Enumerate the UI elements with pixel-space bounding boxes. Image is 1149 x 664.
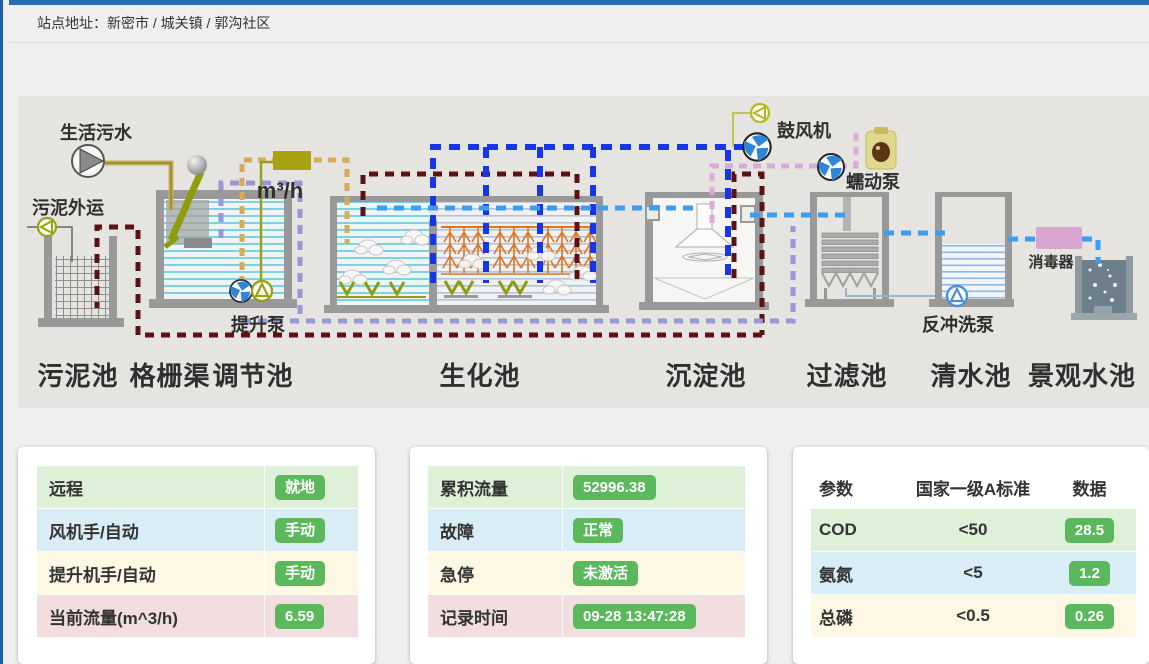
value-badge: 1.2 — [1069, 561, 1110, 586]
column-header: 参数 — [811, 475, 903, 500]
tank-label-regulating: 调节池 — [212, 356, 293, 393]
table-row: 远程就地 — [37, 466, 358, 509]
table-header-row: 参数国家一级A标准数据 — [811, 466, 1136, 509]
flow-status-table: 累积流量52996.38故障正常急停未激活记录时间09-28 13:47:28 — [428, 466, 745, 638]
tank-label-settling: 沉淀池 — [665, 356, 746, 393]
value-cell: 09-28 13:47:28 — [562, 595, 745, 637]
lift-pump-label: 提升泵 — [231, 311, 285, 337]
row-label: 故障 — [428, 518, 562, 543]
standard-cell: <5 — [903, 563, 1043, 583]
value-badge: 0.26 — [1065, 604, 1114, 629]
param-cell: COD — [811, 520, 903, 540]
water-quality-card: 参数国家一级A标准数据 COD<50 28.5 氨氮<5 1.2 总磷<0.5 0.26 — [793, 447, 1149, 664]
column-header: 数据 — [1043, 475, 1136, 500]
control-status-card: 远程就地风机手/自动手动提升机手/自动手动当前流量(m^3/h)6.59 — [18, 447, 375, 664]
table-row: 总磷<0.5 0.26 — [811, 595, 1136, 638]
tank-label-cleanwater: 清水池 — [930, 356, 1011, 393]
value-cell: 1.2 — [1043, 561, 1136, 586]
standard-cell: <50 — [903, 520, 1043, 540]
value-badge: 28.5 — [1065, 518, 1114, 543]
header-divider — [10, 42, 1149, 43]
blower-label: 鼓风机 — [777, 117, 831, 143]
site-address-breadcrumb: 站点地址：新密市 / 城关镇 / 郭沟社区 — [37, 13, 270, 33]
table-row: 累积流量 52996.38 — [428, 466, 745, 509]
peristaltic-pump-label: 蠕动泵 — [846, 168, 900, 194]
dashboard-page: 站点地址：新密市 / 城关镇 / 郭沟社区 — [0, 0, 1149, 664]
row-label: 风机手/自动 — [37, 518, 264, 543]
row-label: 急停 — [428, 561, 562, 586]
sludge-out-label: 污泥外运 — [32, 194, 104, 220]
table-row: 风机手/自动手动 — [37, 509, 358, 552]
table-row: 记录时间 09-28 13:47:28 — [428, 595, 745, 638]
table-row: 提升机手/自动手动 — [37, 552, 358, 595]
tank-label-filter: 过滤池 — [806, 356, 887, 393]
param-cell: 总磷 — [811, 604, 903, 629]
value-badge: 手动 — [275, 561, 325, 586]
control-status-table: 远程就地风机手/自动手动提升机手/自动手动当前流量(m^3/h)6.59 — [37, 466, 358, 638]
row-label: 当前流量(m^3/h) — [37, 604, 264, 629]
value-badge: 09-28 13:47:28 — [573, 604, 696, 629]
row-label: 远程 — [37, 475, 264, 500]
flow-status-card: 累积流量52996.38故障正常急停未激活记录时间09-28 13:47:28 — [410, 447, 767, 664]
inflow-label: 生活污水 — [60, 119, 132, 145]
value-badge: 正常 — [573, 518, 623, 543]
value-badge: 6.59 — [275, 604, 324, 629]
row-label: 记录时间 — [428, 604, 562, 629]
param-cell: 氨氮 — [811, 561, 903, 586]
disinfector-label: 消毒器 — [1028, 251, 1073, 272]
value-badge: 未激活 — [573, 561, 638, 586]
column-header: 国家一级A标准 — [903, 475, 1043, 500]
value-cell: 6.59 — [264, 595, 358, 637]
tank-label-sludge: 污泥池 — [37, 356, 118, 393]
tank-label-landscape: 景观水池 — [1028, 356, 1136, 393]
row-label: 提升机手/自动 — [37, 561, 264, 586]
table-row: 急停未激活 — [428, 552, 745, 595]
row-label: 累积流量 — [428, 475, 562, 500]
table-row: 氨氮<5 1.2 — [811, 552, 1136, 595]
value-badge: 就地 — [275, 475, 325, 500]
value-cell: 52996.38 — [562, 466, 745, 508]
water-quality-table: 参数国家一级A标准数据 COD<50 28.5 氨氮<5 1.2 总磷<0.5 0.26 — [811, 466, 1136, 638]
left-accent-bar — [0, 0, 3, 664]
standard-cell: <0.5 — [903, 606, 1043, 626]
tank-label-grit: 格栅渠 — [129, 356, 210, 393]
value-cell: 就地 — [264, 466, 358, 508]
value-badge: 52996.38 — [573, 475, 656, 500]
value-cell: 正常 — [562, 509, 745, 551]
value-cell: 未激活 — [562, 552, 745, 594]
table-row: 当前流量(m^3/h) 6.59 — [37, 595, 358, 638]
table-row: 故障正常 — [428, 509, 745, 552]
value-cell: 28.5 — [1043, 518, 1136, 543]
value-cell: 手动 — [264, 552, 358, 594]
value-cell: 0.26 — [1043, 604, 1136, 629]
tank-label-bio: 生化池 — [439, 356, 520, 393]
value-cell: 手动 — [264, 509, 358, 551]
table-row: COD<50 28.5 — [811, 509, 1136, 552]
backwash-pump-label: 反冲洗泵 — [922, 311, 994, 337]
top-accent-bar — [9, 0, 1149, 5]
value-badge: 手动 — [275, 518, 325, 543]
flow-unit-label: m³/h — [257, 178, 303, 204]
